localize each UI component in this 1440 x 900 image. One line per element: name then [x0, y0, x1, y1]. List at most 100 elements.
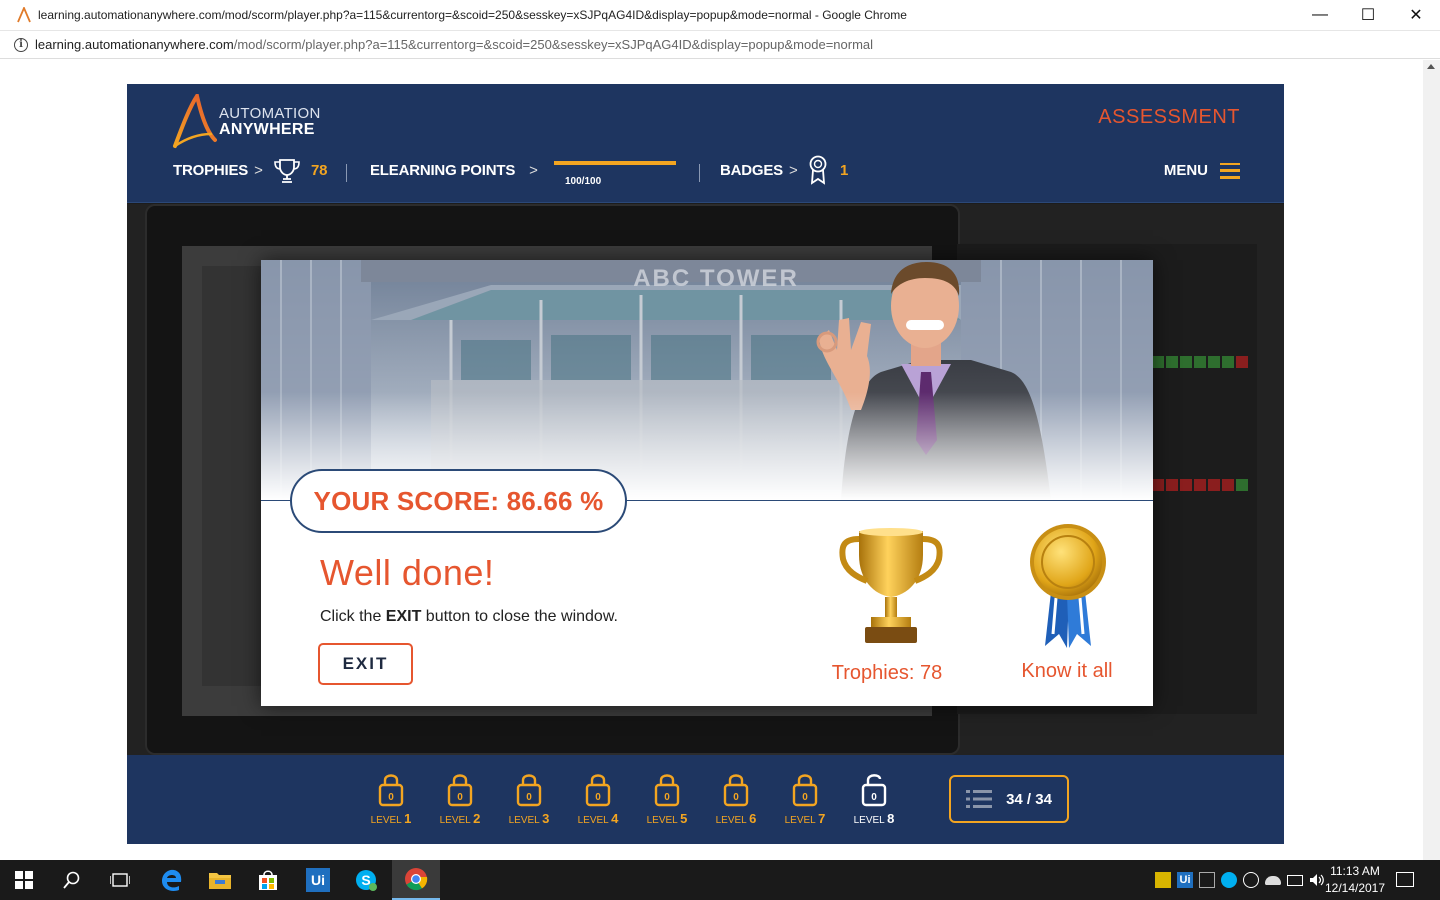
player-footer: 0 LEVEL 1 0 LEVEL 2 0 LEVEL 3 0 LEVEL 4 0 LEVEL 5…	[127, 755, 1284, 844]
level-word: LEVEL	[370, 815, 402, 826]
clock-date: 12/14/2017	[1324, 881, 1386, 895]
gold-medal-ribbon-icon	[1030, 524, 1106, 648]
level-word: LEVEL	[715, 815, 747, 826]
network-icon[interactable]	[1287, 874, 1303, 886]
chevron-right-icon: >	[254, 162, 263, 179]
info-icon[interactable]: i	[14, 37, 28, 52]
skype-tray-icon[interactable]	[1221, 872, 1237, 888]
onedrive-cloud-icon[interactable]	[1265, 875, 1281, 885]
locked-padlock-icon: 0	[654, 774, 680, 807]
badges-nav[interactable]: BADGES >	[720, 162, 798, 179]
browser-title-bar[interactable]: learning.automationanywhere.com/mod/scor…	[0, 0, 1440, 31]
level-label[interactable]: LEVEL 5	[637, 811, 697, 826]
trophies-label[interactable]: TROPHIES	[173, 162, 248, 179]
scroll-up-arrow-icon[interactable]	[1427, 64, 1435, 69]
chrome-tray-icon[interactable]	[1243, 872, 1259, 888]
elearning-points-nav[interactable]: ELEARNING POINTS >	[370, 162, 538, 179]
edge-taskbar-button[interactable]	[148, 860, 196, 900]
level-word: LEVEL	[784, 815, 816, 826]
level-1-item[interactable]: 0 LEVEL 1	[361, 771, 421, 826]
menu-button[interactable]: MENU	[1164, 162, 1240, 179]
hamburger-menu-icon[interactable]	[1220, 162, 1240, 179]
level-2-item[interactable]: 0 LEVEL 2	[430, 771, 490, 826]
locked-padlock-icon: 0	[378, 774, 404, 807]
url-host[interactable]: learning.automationanywhere.com	[35, 37, 234, 52]
badges-count: 1	[840, 162, 849, 179]
level-word: LEVEL	[853, 815, 885, 826]
status-led-row-image	[1152, 356, 1248, 368]
uipath-tray-icon[interactable]: Ui	[1177, 872, 1193, 888]
unlocked-padlock-icon: 0	[861, 774, 887, 807]
action-center-icon[interactable]	[1396, 872, 1414, 887]
address-bar[interactable]: i learning.automationanywhere.com/mod/sc…	[0, 31, 1440, 59]
maximize-button[interactable]: ☐	[1344, 0, 1392, 31]
level-number: 2	[473, 811, 481, 826]
level-word: LEVEL	[577, 815, 609, 826]
chrome-taskbar-button[interactable]	[392, 860, 440, 900]
result-dialog: ABC TOWER YOUR SCORE: 86.66 % Well done!…	[261, 260, 1153, 706]
window-title: learning.automationanywhere.com/mod/scor…	[38, 8, 907, 22]
level-word: LEVEL	[439, 815, 471, 826]
url-path[interactable]: /mod/scorm/player.php?a=115&currentorg=&…	[234, 37, 873, 52]
file-explorer-taskbar-button[interactable]	[196, 860, 244, 900]
skype-taskbar-button[interactable]: S	[342, 860, 390, 900]
close-button[interactable]: ✕	[1392, 0, 1440, 31]
system-tray: Ui	[1155, 860, 1325, 900]
windows-logo-icon	[15, 871, 33, 889]
start-button[interactable]	[0, 860, 48, 900]
automation-anywhere-favicon	[17, 7, 31, 23]
shield-tray-icon[interactable]	[1155, 872, 1171, 888]
level-label[interactable]: LEVEL 8	[844, 811, 904, 826]
list-icon[interactable]	[966, 789, 993, 809]
level-label[interactable]: LEVEL 3	[499, 811, 559, 826]
level-label[interactable]: LEVEL 2	[430, 811, 490, 826]
logo-text-anywhere: ANYWHERE	[219, 121, 315, 138]
level-8-item[interactable]: 0 LEVEL 8	[844, 771, 904, 826]
store-taskbar-button[interactable]	[244, 860, 292, 900]
level-5-item[interactable]: 0 LEVEL 5	[637, 771, 697, 826]
level-6-item[interactable]: 0 LEVEL 6	[706, 771, 766, 826]
assessment-title: ASSESSMENT	[1098, 106, 1240, 128]
app-tray-icon[interactable]	[1199, 872, 1215, 888]
automation-anywhere-logo: AUTOMATION ANYWHERE	[171, 94, 331, 154]
page-scrollbar[interactable]	[1423, 60, 1440, 860]
trophies-nav[interactable]: TROPHIES >	[173, 162, 263, 179]
level-number: 6	[749, 811, 757, 826]
store-bag-icon	[259, 870, 277, 890]
level-label[interactable]: LEVEL 6	[706, 811, 766, 826]
trophies-earned-text: Trophies: 78	[831, 662, 943, 684]
page-counter-button[interactable]: 34 / 34	[949, 775, 1069, 823]
level-label[interactable]: LEVEL 1	[361, 811, 421, 826]
building-scene-illustration: ABC TOWER	[261, 260, 1153, 500]
lock-value: 0	[802, 792, 808, 803]
gold-trophy-icon	[839, 528, 943, 643]
menu-label[interactable]: MENU	[1164, 162, 1208, 179]
elearning-points-label[interactable]: ELEARNING POINTS	[370, 162, 515, 179]
level-4-item[interactable]: 0 LEVEL 4	[568, 771, 628, 826]
uipath-taskbar-button[interactable]: Ui	[294, 860, 342, 900]
search-icon	[63, 871, 80, 889]
minimize-button[interactable]: —	[1296, 0, 1344, 31]
level-3-item[interactable]: 0 LEVEL 3	[499, 771, 559, 826]
locked-padlock-icon: 0	[792, 774, 818, 807]
lock-value: 0	[595, 792, 601, 803]
nav-separator	[699, 164, 700, 182]
instruction-exit-word: EXIT	[385, 608, 422, 625]
status-led-row-image	[1152, 479, 1248, 491]
search-button[interactable]	[48, 860, 96, 900]
points-progress-text: 100/100	[565, 176, 602, 187]
level-label[interactable]: LEVEL 7	[775, 811, 835, 826]
points-progress-bar	[554, 161, 676, 165]
system-clock[interactable]: 11:13 AM 12/14/2017	[1320, 863, 1390, 897]
badge-ribbon-icon	[809, 155, 827, 185]
badges-label[interactable]: BADGES	[720, 162, 783, 179]
lock-value: 0	[871, 792, 877, 803]
instruction-text: Click the	[320, 608, 386, 625]
level-label[interactable]: LEVEL 4	[568, 811, 628, 826]
locked-padlock-icon: 0	[723, 774, 749, 807]
exit-button[interactable]: EXIT	[318, 643, 413, 685]
lock-value: 0	[457, 792, 463, 803]
edge-browser-icon	[162, 869, 182, 891]
task-view-button[interactable]	[96, 860, 144, 900]
level-7-item[interactable]: 0 LEVEL 7	[775, 771, 835, 826]
